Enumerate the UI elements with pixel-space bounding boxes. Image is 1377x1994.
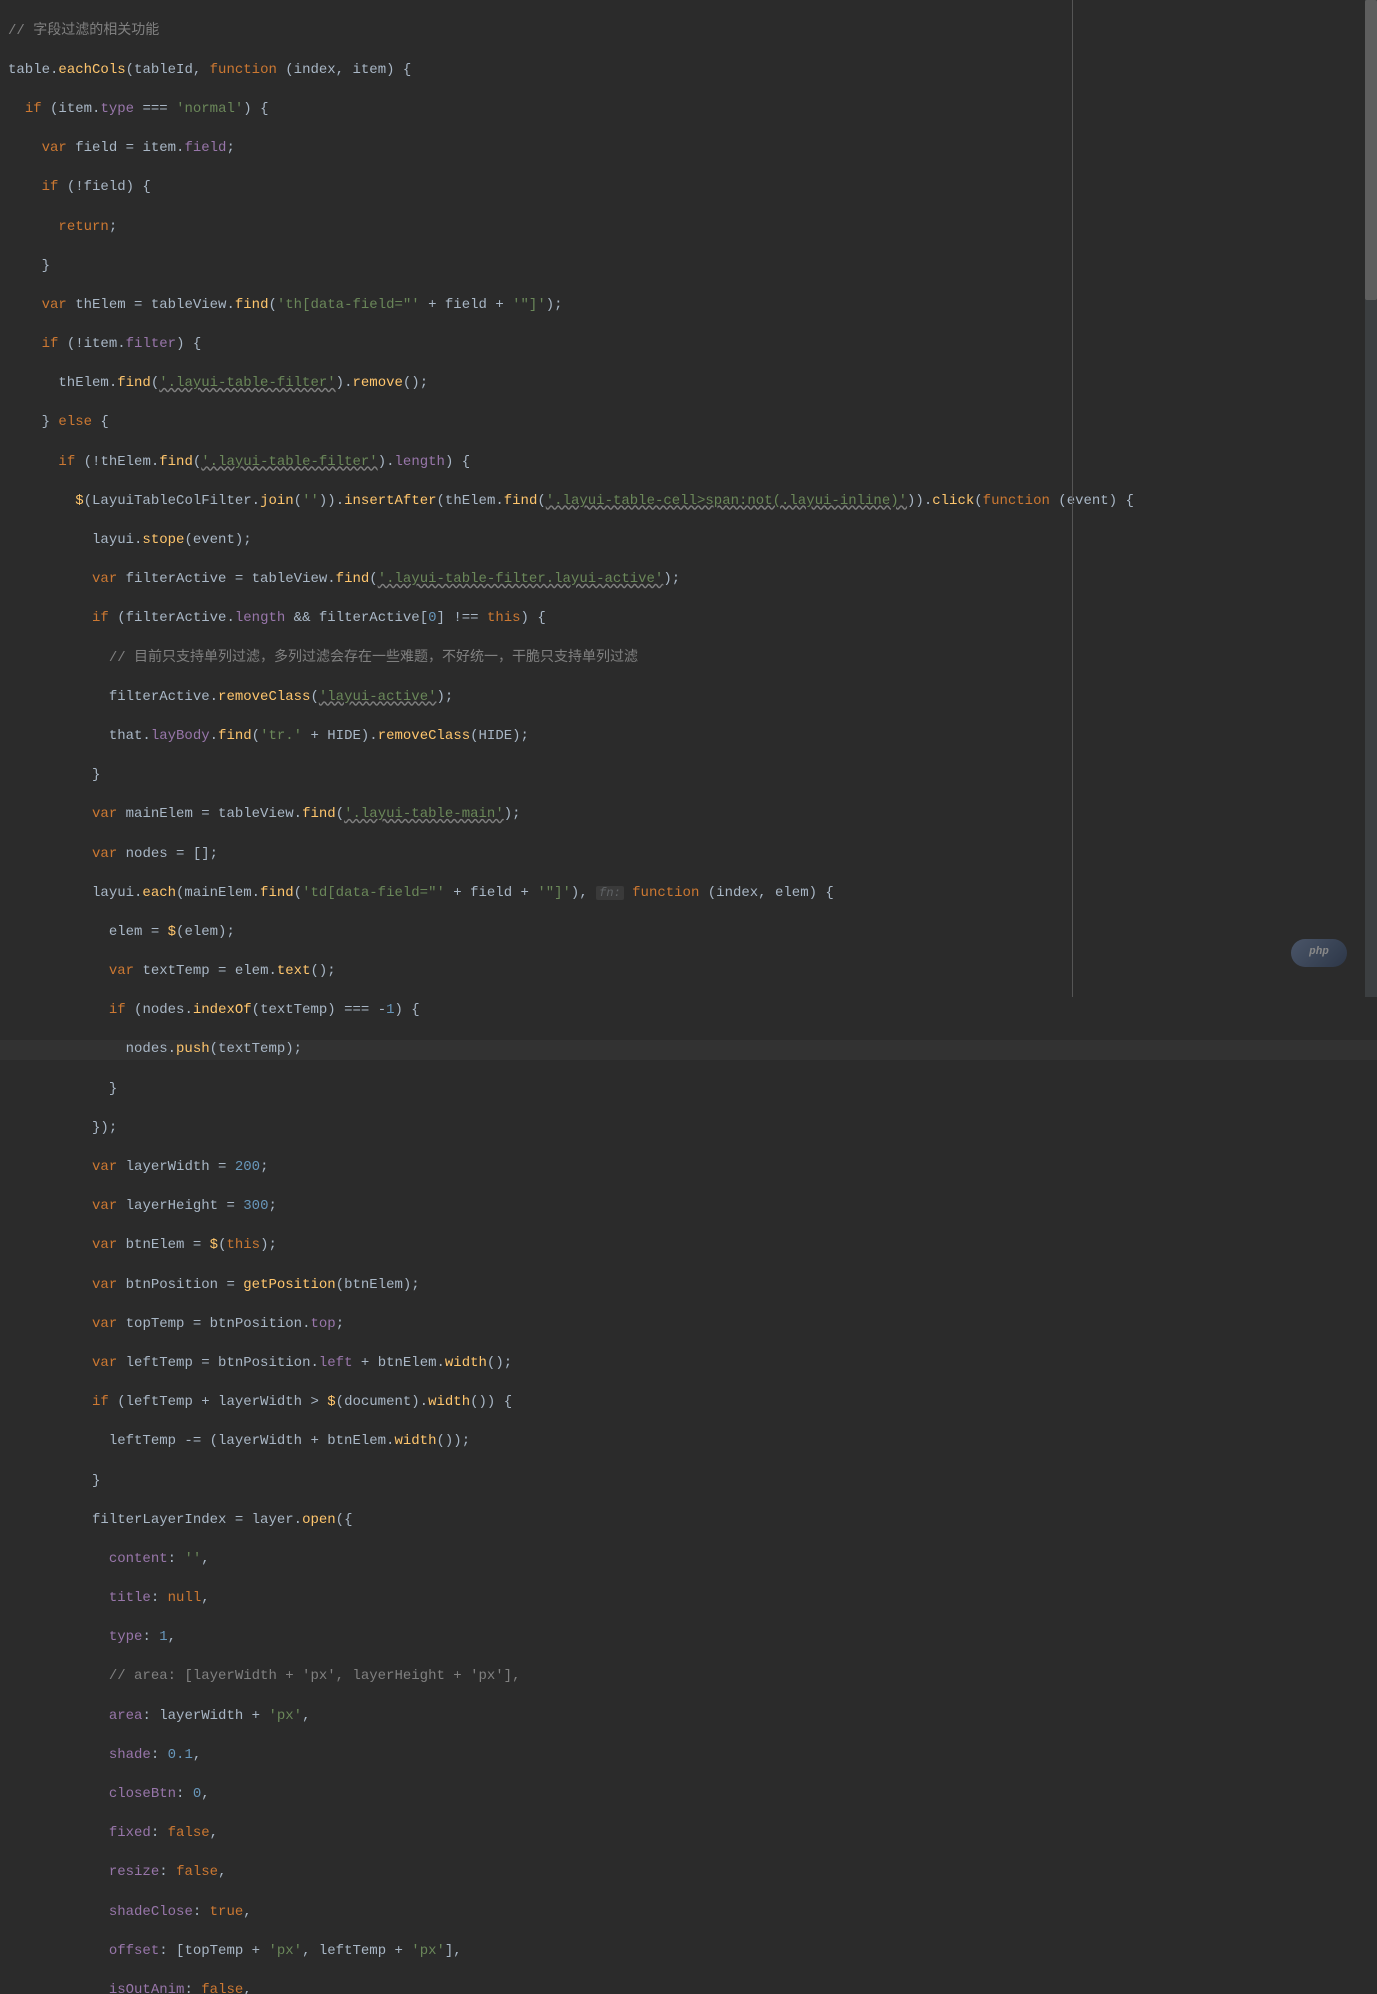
code-line[interactable]: });	[0, 1119, 1377, 1139]
code-line[interactable]: elem = $(elem);	[0, 923, 1377, 943]
code-line[interactable]: }	[0, 766, 1377, 786]
code-line[interactable]: shadeClose: true,	[0, 1903, 1377, 1923]
code-line[interactable]: $(LayuiTableColFilter.join('')).insertAf…	[0, 492, 1377, 512]
code-line[interactable]: } else {	[0, 413, 1377, 433]
scrollbar-vertical-track[interactable]	[1365, 0, 1377, 997]
code-line[interactable]: var mainElem = tableView.find('.layui-ta…	[0, 805, 1377, 825]
code-editor[interactable]: // 字段过滤的相关功能 table.eachCols(tableId, fun…	[0, 0, 1377, 1994]
code-line[interactable]: shade: 0.1,	[0, 1746, 1377, 1766]
code-line[interactable]: if (leftTemp + layerWidth > $(document).…	[0, 1393, 1377, 1413]
code-line[interactable]: filterLayerIndex = layer.open({	[0, 1511, 1377, 1531]
code-line[interactable]: var btnPosition = getPosition(btnElem);	[0, 1276, 1377, 1296]
code-line[interactable]: var field = item.field;	[0, 139, 1377, 159]
code-line[interactable]: return;	[0, 218, 1377, 238]
code-line[interactable]: closeBtn: 0,	[0, 1785, 1377, 1805]
code-line[interactable]: leftTemp -= (layerWidth + btnElem.width(…	[0, 1432, 1377, 1452]
code-line[interactable]: if (!item.filter) {	[0, 335, 1377, 355]
code-line[interactable]: var topTemp = btnPosition.top;	[0, 1315, 1377, 1335]
code-line[interactable]: if (!field) {	[0, 178, 1377, 198]
code-line[interactable]: filterActive.removeClass('layui-active')…	[0, 688, 1377, 708]
code-line[interactable]: table.eachCols(tableId, function (index,…	[0, 61, 1377, 81]
code-line[interactable]: var btnElem = $(this);	[0, 1236, 1377, 1256]
code-line[interactable]: title: null,	[0, 1589, 1377, 1609]
code-line[interactable]: resize: false,	[0, 1863, 1377, 1883]
code-line[interactable]: if (!thElem.find('.layui-table-filter').…	[0, 453, 1377, 473]
code-line[interactable]: layui.stope(event);	[0, 531, 1377, 551]
watermark-badge: php	[1291, 939, 1347, 967]
code-line[interactable]: }	[0, 1472, 1377, 1492]
code-line[interactable]: if (item.type === 'normal') {	[0, 100, 1377, 120]
code-line[interactable]: type: 1,	[0, 1628, 1377, 1648]
code-line[interactable]: }	[0, 257, 1377, 277]
code-line[interactable]: var layerWidth = 200;	[0, 1158, 1377, 1178]
code-line[interactable]: var nodes = [];	[0, 845, 1377, 865]
code-line[interactable]: area: layerWidth + 'px',	[0, 1707, 1377, 1727]
code-line[interactable]: offset: [topTemp + 'px', leftTemp + 'px'…	[0, 1942, 1377, 1962]
editor-ruler	[1072, 0, 1073, 997]
code-line[interactable]: if (filterActive.length && filterActive[…	[0, 609, 1377, 629]
code-line[interactable]: isOutAnim: false,	[0, 1981, 1377, 1994]
code-line[interactable]: var textTemp = elem.text();	[0, 962, 1377, 982]
code-line[interactable]: that.layBody.find('tr.' + HIDE).removeCl…	[0, 727, 1377, 747]
code-line[interactable]: if (nodes.indexOf(textTemp) === -1) {	[0, 1001, 1377, 1021]
parameter-hint: fn:	[596, 886, 624, 900]
code-line[interactable]: content: '',	[0, 1550, 1377, 1570]
code-line[interactable]: thElem.find('.layui-table-filter').remov…	[0, 374, 1377, 394]
code-line-highlighted[interactable]: nodes.push(textTemp);	[0, 1040, 1377, 1060]
code-line[interactable]: var thElem = tableView.find('th[data-fie…	[0, 296, 1377, 316]
code-line[interactable]: var filterActive = tableView.find('.layu…	[0, 570, 1377, 590]
scrollbar-vertical-thumb[interactable]	[1365, 0, 1377, 300]
code-line[interactable]: // 目前只支持单列过滤，多列过滤会存在一些难题，不好统一，干脆只支持单列过滤	[0, 649, 1377, 669]
comment: // 字段过滤的相关功能	[8, 23, 159, 39]
code-line[interactable]: layui.each(mainElem.find('td[data-field=…	[0, 884, 1377, 904]
code-line[interactable]: // 字段过滤的相关功能	[0, 22, 1377, 42]
code-line[interactable]: }	[0, 1080, 1377, 1100]
code-line[interactable]: // area: [layerWidth + 'px', layerHeight…	[0, 1667, 1377, 1687]
code-line[interactable]: var layerHeight = 300;	[0, 1197, 1377, 1217]
code-line[interactable]: var leftTemp = btnPosition.left + btnEle…	[0, 1354, 1377, 1374]
code-line[interactable]: fixed: false,	[0, 1824, 1377, 1844]
